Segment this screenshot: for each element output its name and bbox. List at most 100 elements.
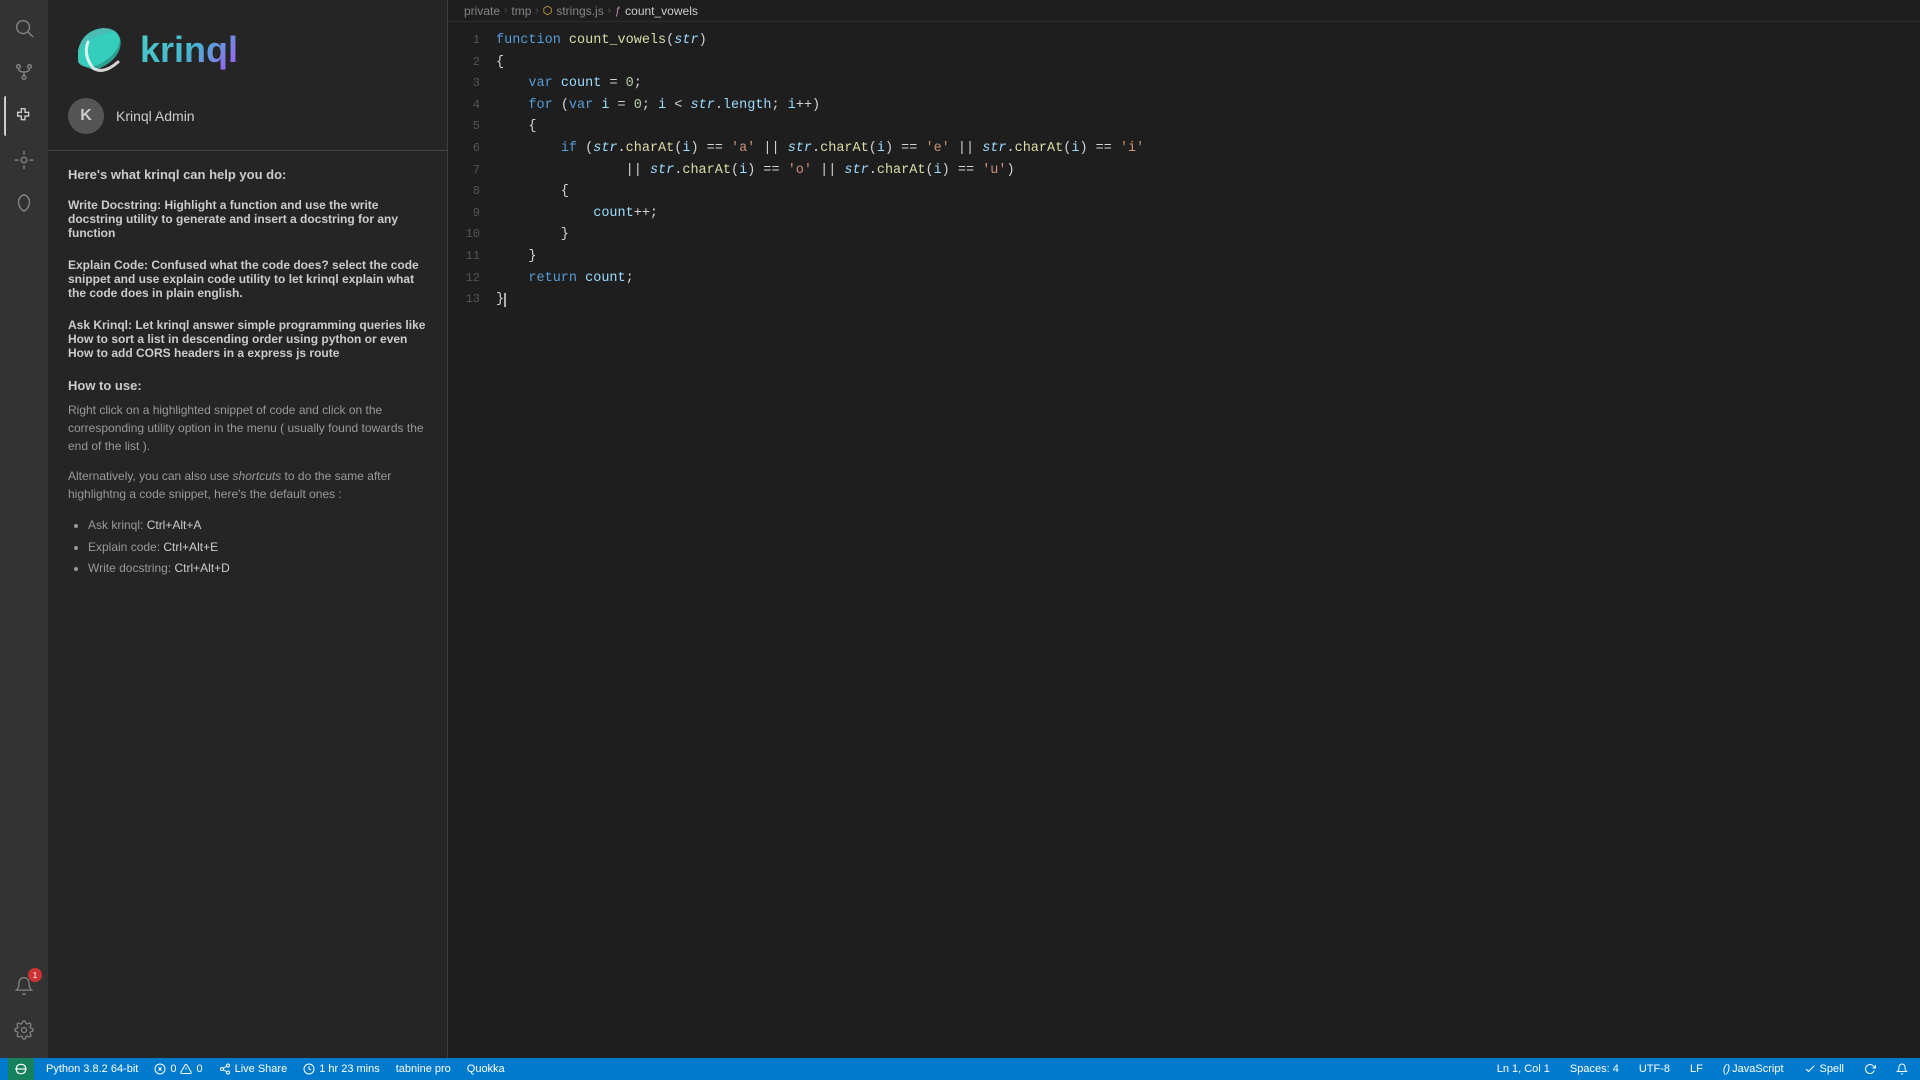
breadcrumb-sep-1: › xyxy=(504,5,507,16)
position-label: Ln 1, Col 1 xyxy=(1497,1063,1550,1075)
line-content-1: function count_vowels(str) xyxy=(496,30,1920,52)
status-encoding[interactable]: UTF-8 xyxy=(1635,1063,1674,1075)
status-quokka[interactable]: Quokka xyxy=(463,1063,509,1075)
line-num-9: 9 xyxy=(448,204,496,223)
line-content-12: return count; xyxy=(496,268,1920,290)
code-line-4: 4 for (var i = 0; i < str.length; i++) xyxy=(448,95,1920,117)
status-bar: Python 3.8.2 64-bit 0 0 Live Share 1 hr … xyxy=(0,1058,1920,1080)
breadcrumb: private › tmp › ⬡ strings.js › ƒ count_v… xyxy=(448,0,1920,22)
activity-search[interactable] xyxy=(4,8,44,48)
activity-settings[interactable] xyxy=(4,1010,44,1050)
eol-label: LF xyxy=(1690,1063,1703,1075)
line-num-10: 10 xyxy=(448,225,496,244)
tabnine-label: tabnine pro xyxy=(396,1063,451,1075)
krinql-logo xyxy=(68,20,128,80)
activity-extensions[interactable] xyxy=(4,96,44,136)
line-content-13: } xyxy=(496,289,1920,311)
status-live-share[interactable]: Live Share xyxy=(215,1063,292,1075)
activity-notifications[interactable]: 1 xyxy=(4,966,44,1006)
status-right: Ln 1, Col 1 Spaces: 4 UTF-8 LF ()JavaScr… xyxy=(1493,1063,1912,1075)
status-errors[interactable]: 0 0 xyxy=(150,1063,206,1075)
status-refresh[interactable] xyxy=(1860,1063,1880,1075)
encoding-label: UTF-8 xyxy=(1639,1063,1670,1075)
line-content-8: { xyxy=(496,181,1920,203)
code-line-3: 3 var count = 0; xyxy=(448,73,1920,95)
line-num-13: 13 xyxy=(448,290,496,309)
line-num-12: 12 xyxy=(448,269,496,288)
alt-text: Alternatively, you can also use shortcut… xyxy=(68,467,427,503)
language-label: ()JavaScript xyxy=(1723,1063,1784,1075)
main-container: 1 krinql K xyxy=(0,0,1920,1058)
code-line-6: 6 if (str.charAt(i) == 'a' || str.charAt… xyxy=(448,138,1920,160)
breadcrumb-count-vowels: count_vowels xyxy=(625,4,698,18)
quokka-label: Quokka xyxy=(467,1063,505,1075)
spell-label: Spell xyxy=(1820,1063,1844,1075)
activity-bar: 1 xyxy=(0,0,48,1058)
status-spaces[interactable]: Spaces: 4 xyxy=(1566,1063,1623,1075)
line-num-6: 6 xyxy=(448,139,496,158)
spaces-label: Spaces: 4 xyxy=(1570,1063,1619,1075)
activity-krinql[interactable] xyxy=(4,184,44,224)
activity-bar-bottom: 1 xyxy=(4,966,44,1058)
feature-title-3: Ask Krinql: Let krinql answer simple pro… xyxy=(68,318,427,360)
status-bell[interactable] xyxy=(1892,1063,1912,1075)
status-position[interactable]: Ln 1, Col 1 xyxy=(1493,1063,1554,1075)
feature-explain-code: Explain Code: Confused what the code doe… xyxy=(68,258,427,300)
time-label: 1 hr 23 mins xyxy=(319,1063,380,1075)
code-line-9: 9 count++; xyxy=(448,203,1920,225)
status-tabnine[interactable]: tabnine pro xyxy=(392,1063,455,1075)
line-num-3: 3 xyxy=(448,74,496,93)
line-content-4: for (var i = 0; i < str.length; i++) xyxy=(496,95,1920,117)
status-eol[interactable]: LF xyxy=(1686,1063,1707,1075)
breadcrumb-strings: strings.js xyxy=(556,4,603,18)
python-label: Python 3.8.2 64-bit xyxy=(46,1063,138,1075)
error-count: 0 xyxy=(170,1063,176,1075)
activity-debug[interactable] xyxy=(4,140,44,180)
feature-ask-krinql: Ask Krinql: Let krinql answer simple pro… xyxy=(68,318,427,360)
status-language[interactable]: ()JavaScript xyxy=(1719,1063,1788,1075)
line-content-3: var count = 0; xyxy=(496,73,1920,95)
how-to-section: How to use: Right click on a highlighted… xyxy=(68,378,427,580)
krinql-title: krinql xyxy=(140,29,238,71)
line-num-7: 7 xyxy=(448,161,496,180)
user-row: K Krinql Admin xyxy=(48,90,447,151)
shortcut-list: Ask krinql: Ctrl+Alt+A Explain code: Ctr… xyxy=(68,515,427,580)
breadcrumb-tmp: tmp xyxy=(511,4,531,18)
line-content-11: } xyxy=(496,246,1920,268)
sidebar-panel: krinql K Krinql Admin Here's what krinql… xyxy=(48,0,448,1058)
breadcrumb-sep-3: › xyxy=(608,5,611,16)
help-title: Here's what krinql can help you do: xyxy=(68,167,427,182)
code-line-5: 5 { xyxy=(448,116,1920,138)
code-line-13: 13 } xyxy=(448,289,1920,311)
code-line-12: 12 return count; xyxy=(448,268,1920,290)
feature-write-docstring: Write Docstring: Highlight a function an… xyxy=(68,198,427,240)
shortcut-ask: Ask krinql: Ctrl+Alt+A xyxy=(88,515,427,537)
code-line-11: 11 } xyxy=(448,246,1920,268)
line-num-11: 11 xyxy=(448,247,496,266)
breadcrumb-js-icon: ⬡ xyxy=(543,4,553,17)
shortcut-explain: Explain code: Ctrl+Alt+E xyxy=(88,537,427,559)
line-num-5: 5 xyxy=(448,117,496,136)
line-content-10: } xyxy=(496,224,1920,246)
code-line-1: 1 function count_vowels(str) xyxy=(448,30,1920,52)
status-spell[interactable]: Spell xyxy=(1800,1063,1848,1075)
status-python[interactable]: Python 3.8.2 64-bit xyxy=(42,1063,142,1075)
line-content-2: { xyxy=(496,52,1920,74)
notification-badge: 1 xyxy=(28,968,42,982)
line-content-7: || str.charAt(i) == 'o' || str.charAt(i)… xyxy=(496,160,1920,182)
activity-source-control[interactable] xyxy=(4,52,44,92)
feature-title-1: Write Docstring: Highlight a function an… xyxy=(68,198,427,240)
warning-count: 0 xyxy=(196,1063,202,1075)
line-content-5: { xyxy=(496,116,1920,138)
feature-title-2: Explain Code: Confused what the code doe… xyxy=(68,258,427,300)
status-time[interactable]: 1 hr 23 mins xyxy=(299,1063,384,1075)
how-to-title: How to use: xyxy=(68,378,427,393)
line-num-2: 2 xyxy=(448,53,496,72)
shortcut-docstring: Write docstring: Ctrl+Alt+D xyxy=(88,558,427,580)
line-content-6: if (str.charAt(i) == 'a' || str.charAt(i… xyxy=(496,138,1920,160)
code-editor[interactable]: 1 function count_vowels(str) 2 { 3 var c… xyxy=(448,22,1920,1058)
status-left: Python 3.8.2 64-bit 0 0 Live Share 1 hr … xyxy=(8,1058,509,1080)
status-remote[interactable] xyxy=(8,1058,34,1080)
editor-area: private › tmp › ⬡ strings.js › ƒ count_v… xyxy=(448,0,1920,1058)
user-avatar: K xyxy=(68,98,104,134)
